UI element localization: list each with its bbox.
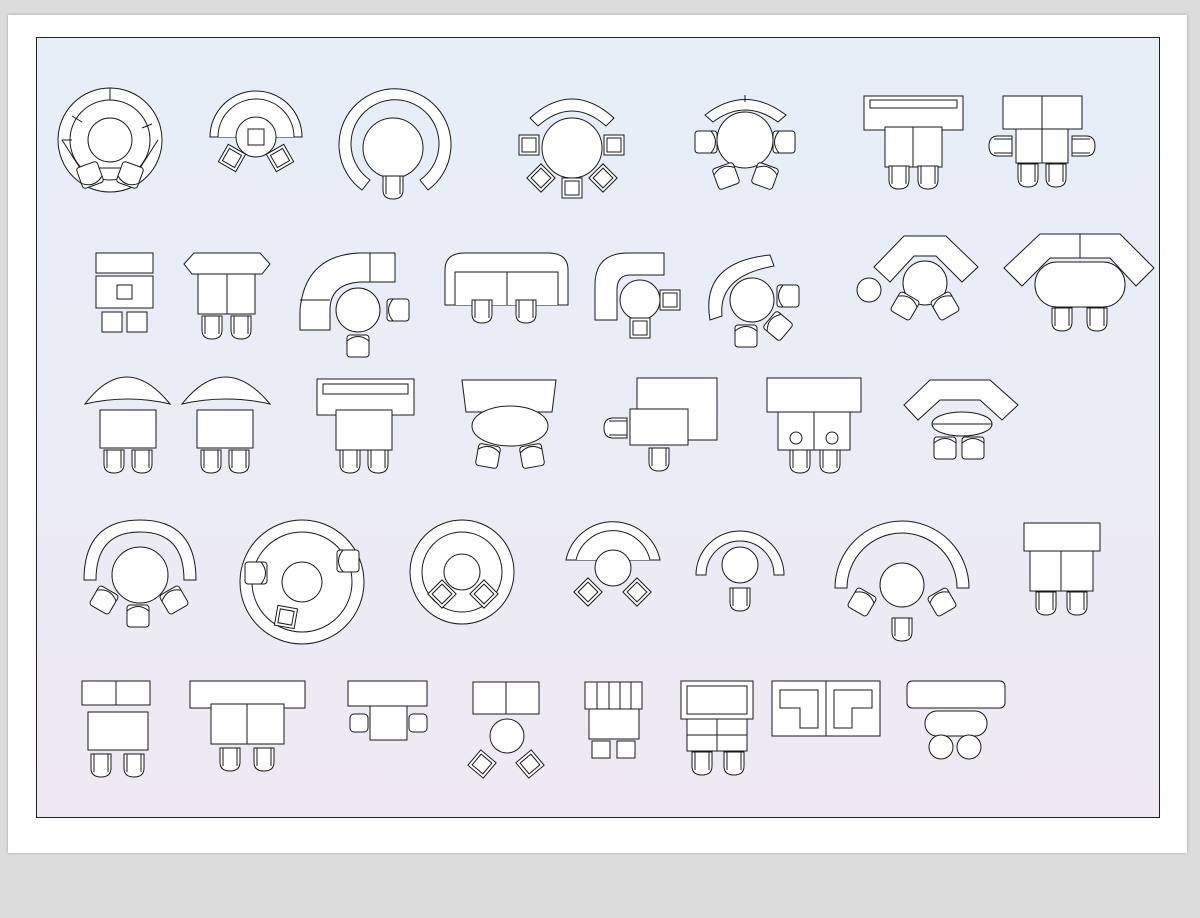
angled-sofa-table xyxy=(184,253,270,340)
framed-sofa-four-seat xyxy=(681,681,753,776)
curved-sofa-round-table-2 xyxy=(694,95,796,191)
half-round-booth xyxy=(210,91,302,173)
large-arc-sofa xyxy=(835,521,969,642)
sofa-table-four-chairs xyxy=(988,96,1096,188)
semi-round-booth xyxy=(696,531,784,612)
round-lounge-set xyxy=(709,255,800,348)
c-shaped-sofa xyxy=(339,89,451,200)
canopy-booth-2 xyxy=(182,377,270,474)
furniture-layout-sheet xyxy=(0,0,1200,779)
two-chairs-round-table xyxy=(467,682,545,779)
side-table-set xyxy=(96,253,153,332)
angled-sofa-round-table xyxy=(857,236,978,322)
canopy-booth xyxy=(85,377,170,474)
fan-booth xyxy=(566,522,660,607)
hex-sofa-oval-table xyxy=(904,380,1018,460)
sofa-oval-two-stools xyxy=(907,681,1005,759)
slatted-bench-set xyxy=(585,682,642,758)
corner-sofa-desk xyxy=(603,378,717,472)
round-lounge-five-chairs xyxy=(84,520,196,628)
bench-table-two-seats xyxy=(348,681,427,740)
double-corner-sofa xyxy=(772,681,880,736)
corner-seat-round-table xyxy=(595,253,681,339)
circular-booth xyxy=(410,520,514,624)
sofa-oval-table xyxy=(462,380,556,470)
sofa-desk-two-chairs xyxy=(1024,523,1100,616)
large-angled-sofa xyxy=(1004,234,1154,332)
curved-sofa-round-table xyxy=(518,99,625,199)
circular-sectional-sofa xyxy=(58,88,162,192)
curved-l-sectional xyxy=(300,253,410,358)
sofa-desk-lamps xyxy=(190,681,305,772)
sofa-dining-set xyxy=(317,379,414,474)
loveseat-table-chairs xyxy=(82,681,150,778)
round-banquette xyxy=(240,520,364,644)
sofa-with-table xyxy=(864,96,963,190)
sofa-with-side-tables xyxy=(767,378,861,474)
booth-bench xyxy=(445,253,568,324)
